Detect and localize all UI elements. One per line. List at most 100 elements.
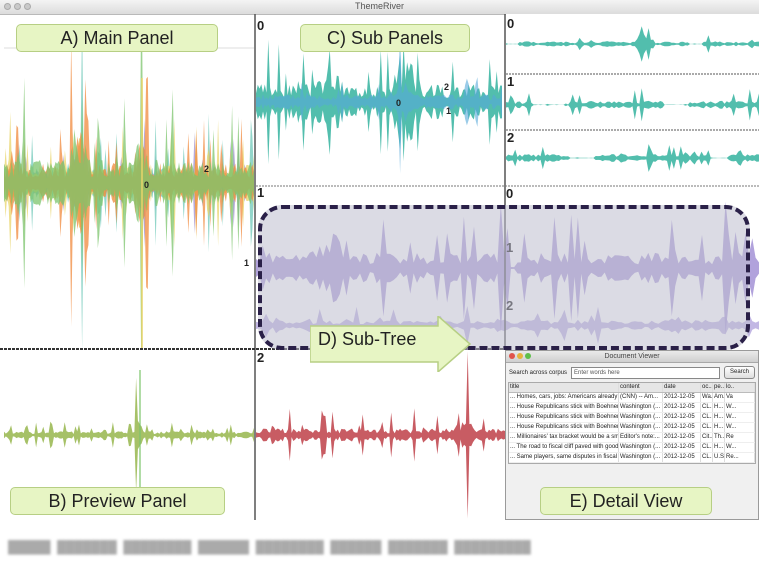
- table-cell: W...: [725, 443, 755, 452]
- table-cell: 2012-12-05: [663, 443, 701, 452]
- main-node-label-1: 1: [244, 258, 250, 268]
- table-cell: 2012-12-05: [663, 393, 701, 402]
- stream-layer: [506, 88, 759, 122]
- sub-panel-0-node-1: 1: [446, 106, 452, 116]
- stream-layer: [506, 144, 759, 172]
- table-cell: ... Millionaires' tax bracket would be a…: [510, 433, 619, 442]
- table-cell: CL...: [702, 413, 713, 422]
- sub-panel-col-1-streamgraph[interactable]: [506, 74, 759, 130]
- table-row[interactable]: ... Homes, cars, jobs: Americans already…: [509, 393, 755, 403]
- sub-panel-col-1-number: 1: [507, 74, 515, 89]
- table-cell: Re...: [725, 453, 755, 462]
- zoom-window-icon[interactable]: [525, 353, 531, 359]
- close-window-icon[interactable]: [509, 353, 515, 359]
- sub-panel-0-node-0: 0: [396, 98, 402, 108]
- column-header[interactable]: oc..: [701, 383, 713, 392]
- sub-panel-0-number: 0: [257, 18, 265, 33]
- sub-tree-callout: D) Sub-Tree: [318, 329, 417, 349]
- sub-panels-callout: C) Sub Panels: [300, 24, 470, 52]
- window-title: ThemeRiver: [354, 1, 404, 11]
- main-panel[interactable]: 0 2 1: [4, 48, 254, 348]
- table-cell: Cit...: [702, 433, 713, 442]
- table-cell: H...: [714, 403, 725, 412]
- column-header[interactable]: date: [663, 383, 701, 392]
- minimize-window-icon[interactable]: [517, 353, 523, 359]
- sub-panel-col-2-number: 2: [507, 130, 515, 145]
- sub-panel-col-1[interactable]: 1: [506, 74, 759, 130]
- table-cell: ... House Republicans stick with Boehner…: [510, 413, 619, 422]
- main-panel-callout: A) Main Panel: [16, 24, 218, 52]
- table-cell: Editor's note:...: [619, 433, 663, 442]
- table-cell: H...: [714, 423, 725, 432]
- table-cell: CL...: [702, 443, 713, 452]
- stream-layer: [4, 377, 254, 493]
- sub-panel-col-0[interactable]: 0: [506, 14, 759, 74]
- column-header[interactable]: content: [619, 383, 663, 392]
- stream-layer: [506, 26, 759, 62]
- sub-panel-2[interactable]: 2: [256, 350, 505, 520]
- detail-view-search-bar: Search across corpus Enter words here Se…: [506, 363, 758, 382]
- sub-panel-col-2-streamgraph[interactable]: [506, 130, 759, 186]
- sub-panel-0-node-2: 2: [444, 82, 450, 92]
- figure-caption-blurred: █████ ███████ ████████ ██████ ████████ █…: [8, 540, 531, 554]
- table-row[interactable]: ... Same players, same disputes in fisca…: [509, 453, 755, 463]
- search-input[interactable]: Enter words here: [571, 366, 720, 379]
- table-cell: U.S...: [714, 453, 725, 462]
- detail-view-callout: E) Detail View: [540, 487, 712, 515]
- preview-panel-callout: B) Preview Panel: [10, 487, 225, 515]
- search-button[interactable]: Search: [723, 366, 755, 379]
- table-cell: Va: [725, 393, 755, 402]
- detail-view-title: Document Viewer: [604, 353, 660, 360]
- detail-view-titlebar: Document Viewer: [506, 351, 758, 363]
- table-cell: Washington (...: [619, 413, 663, 422]
- table-row[interactable]: ... House Republicans stick with Boehner…: [509, 423, 755, 433]
- sub-panel-col-0-streamgraph[interactable]: [506, 14, 759, 74]
- document-table[interactable]: title content date oc.. pe.. lo..... Homes, c…: [508, 382, 756, 464]
- table-cell: 2012-12-05: [663, 403, 701, 412]
- table-cell: ... Same players, same disputes in fisca…: [510, 453, 619, 462]
- table-row[interactable]: ... House Republicans stick with Boehner…: [509, 413, 755, 423]
- table-cell: Wa...: [702, 393, 713, 402]
- table-cell: ... Homes, cars, jobs: Americans already…: [510, 393, 619, 402]
- table-cell: Am...: [714, 393, 725, 402]
- table-row[interactable]: ... Millionaires' tax bracket would be a…: [509, 433, 755, 443]
- table-cell: W...: [725, 423, 755, 432]
- table-cell: Washington (...: [619, 423, 663, 432]
- sub-panel-2-streamgraph[interactable]: [256, 350, 505, 520]
- table-cell: 2012-12-05: [663, 423, 701, 432]
- table-cell: 2012-12-05: [663, 453, 701, 462]
- sub-panel-col-0-number: 0: [507, 16, 515, 31]
- column-header[interactable]: title: [509, 383, 619, 392]
- table-cell: ... House Republicans stick with Boehner…: [510, 423, 619, 432]
- sub-panel-2-number: 2: [257, 350, 265, 365]
- table-cell: CL...: [702, 453, 713, 462]
- main-node-label-2: 2: [204, 164, 210, 174]
- table-cell: ... House Republicans stick with Boehner…: [510, 403, 619, 412]
- stream-layer: [256, 351, 505, 519]
- column-header[interactable]: pe..: [713, 383, 725, 392]
- table-cell: (CNN) -- Am...: [619, 393, 663, 402]
- sub-panel-col-2[interactable]: 2: [506, 130, 759, 186]
- table-cell: 2012-12-05: [663, 433, 701, 442]
- window-titlebar: ThemeRiver: [0, 0, 759, 15]
- table-cell: CL...: [702, 403, 713, 412]
- sub-tree-node-0: 0: [506, 186, 514, 201]
- table-cell: ... The road to fiscal cliff paved with …: [510, 443, 619, 452]
- table-row[interactable]: ... The road to fiscal cliff paved with …: [509, 443, 755, 453]
- table-cell: W...: [725, 403, 755, 412]
- main-streamgraph[interactable]: [4, 48, 254, 348]
- table-cell: H...: [714, 413, 725, 422]
- search-label: Search across corpus: [509, 369, 568, 376]
- table-cell: W...: [725, 413, 755, 422]
- table-header-row: title content date oc.. pe.. lo..: [509, 383, 755, 393]
- table-cell: Re: [725, 433, 755, 442]
- table-row[interactable]: ... House Republicans stick with Boehner…: [509, 403, 755, 413]
- table-cell: CL...: [702, 423, 713, 432]
- table-cell: Washington (...: [619, 443, 663, 452]
- table-cell: Washington (...: [619, 403, 663, 412]
- table-cell: Washington (...: [619, 453, 663, 462]
- column-header[interactable]: lo..: [725, 383, 755, 392]
- main-node-label-0: 0: [144, 180, 150, 190]
- sub-panel-1-number: 1: [257, 186, 265, 200]
- table-cell: H...: [714, 443, 725, 452]
